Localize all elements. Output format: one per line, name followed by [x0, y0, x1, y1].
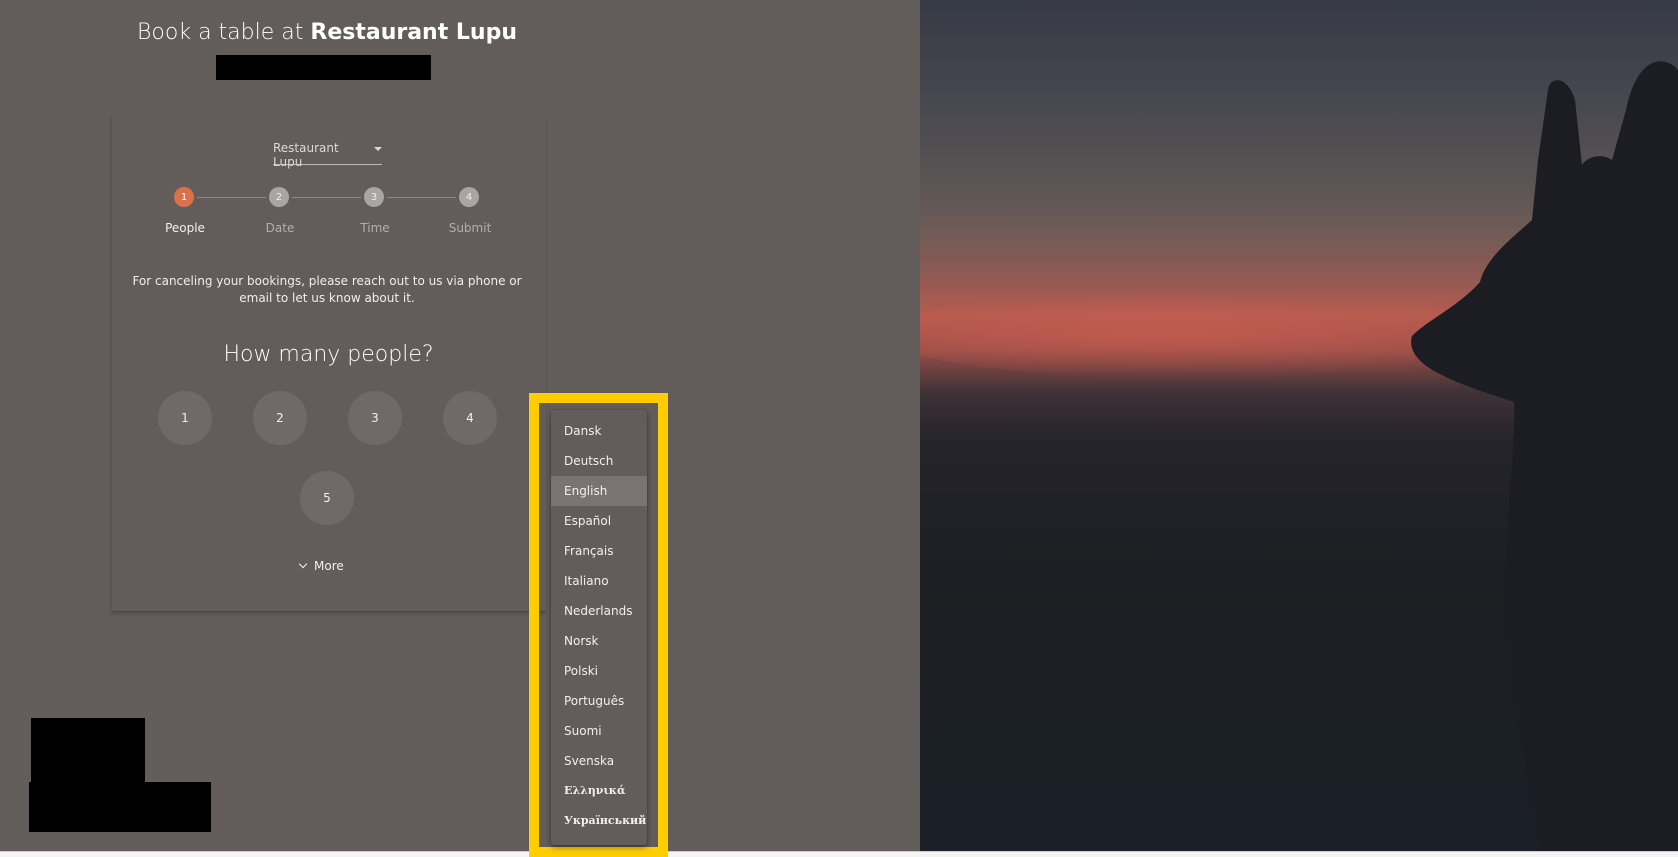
step-label-time: Time	[360, 221, 390, 235]
language-option-svenska[interactable]: Svenska	[551, 746, 647, 776]
step-1-indicator: 1	[174, 187, 194, 207]
step-connector	[197, 197, 266, 198]
language-option-nederlands[interactable]: Nederlands	[551, 596, 647, 626]
more-label: More	[314, 559, 344, 573]
redacted-block	[29, 782, 211, 832]
step-3-indicator: 3	[364, 187, 384, 207]
chevron-down-icon	[298, 559, 308, 569]
language-menu[interactable]: Dansk Deutsch English Español Français I…	[551, 410, 647, 845]
language-option-dansk[interactable]: Dansk	[551, 416, 647, 446]
language-option-italiano[interactable]: Italiano	[551, 566, 647, 596]
language-option-norsk[interactable]: Norsk	[551, 626, 647, 656]
dog-silhouette-shape	[1411, 61, 1678, 851]
people-question: How many people?	[223, 342, 434, 367]
language-option-portugues[interactable]: Português	[551, 686, 647, 716]
cancellation-notice: For canceling your bookings, please reac…	[132, 274, 522, 305]
step-label-date: Date	[265, 221, 295, 235]
page-title: Book a table at Restaurant Lupu	[0, 20, 654, 45]
language-option-polski[interactable]: Polski	[551, 656, 647, 686]
background-photo	[920, 0, 1678, 851]
people-option-2[interactable]: 2	[253, 391, 307, 445]
step-connector	[387, 197, 456, 198]
step-label-submit: Submit	[448, 221, 492, 235]
language-option-deutsch[interactable]: Deutsch	[551, 446, 647, 476]
people-option-5[interactable]: 5	[300, 471, 354, 525]
step-4-indicator: 4	[459, 187, 479, 207]
dog-silhouette	[1411, 61, 1678, 851]
booking-panel: Book a table at Restaurant Lupu Restaura…	[0, 0, 920, 851]
title-prefix: Book a table at	[137, 20, 311, 45]
language-option-espanol[interactable]: Español	[551, 506, 647, 536]
more-button[interactable]: More	[298, 559, 344, 573]
language-option-ukrainian[interactable]: Український	[551, 806, 647, 836]
step-connector	[292, 197, 361, 198]
redacted-block	[216, 55, 431, 80]
people-option-3[interactable]: 3	[348, 391, 402, 445]
language-option-suomi[interactable]: Suomi	[551, 716, 647, 746]
page-bottom-edge	[0, 851, 1678, 857]
people-option-4[interactable]: 4	[443, 391, 497, 445]
restaurant-select-value: Restaurant Lupu	[273, 141, 339, 169]
redacted-block	[31, 718, 145, 782]
language-option-francais[interactable]: Français	[551, 536, 647, 566]
language-option-greek[interactable]: Ελληνικά	[551, 776, 647, 806]
restaurant-name: Restaurant Lupu	[310, 20, 517, 45]
restaurant-select[interactable]: Restaurant Lupu	[273, 141, 382, 169]
step-label-people: People	[165, 221, 205, 235]
language-option-english[interactable]: English	[551, 476, 647, 506]
step-2-indicator: 2	[269, 187, 289, 207]
people-option-1[interactable]: 1	[158, 391, 212, 445]
caret-down-icon	[374, 147, 382, 151]
